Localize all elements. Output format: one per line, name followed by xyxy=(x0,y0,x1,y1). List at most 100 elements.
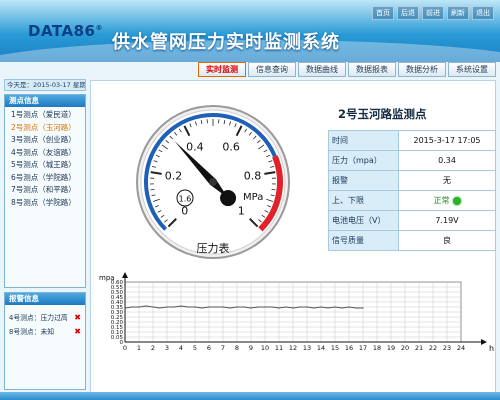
chart-y-axis-arrow xyxy=(122,272,128,278)
station-item[interactable]: 1号测点（爱民道） xyxy=(11,109,85,122)
chart-data-point xyxy=(145,305,147,307)
gauge-needle-counterweight xyxy=(220,190,237,207)
detail-value: 无 xyxy=(398,170,496,191)
chart-x-tick-label: 1 xyxy=(137,344,141,352)
station-panel-title: 测点信息 xyxy=(5,95,85,107)
chart-data-point xyxy=(173,306,175,308)
detail-value: 良 xyxy=(398,230,496,251)
chart-x-tick-label: 5 xyxy=(193,344,197,352)
detail-row: 信号质量 良 xyxy=(328,230,496,251)
chart-data-point xyxy=(166,306,168,308)
tab-3[interactable]: 数据报表 xyxy=(348,62,396,77)
alarm-item[interactable]: 4号测点：压力过高 ✖ xyxy=(5,311,85,325)
gauge-hub xyxy=(209,178,217,186)
alarm-panel: 报警信息 4号测点：压力过高 ✖ 8号测点：未知 ✖ xyxy=(4,292,86,390)
chart-y-axis-label: mpa xyxy=(99,274,115,282)
chart-data-point xyxy=(362,307,364,309)
chart-data-point xyxy=(355,307,357,309)
chart-data-point xyxy=(285,306,287,308)
footer-bar xyxy=(0,392,500,400)
system-title: 供水管网压力实时监测系统 xyxy=(112,32,340,53)
tab-5[interactable]: 系统设置 xyxy=(448,62,496,77)
station-item[interactable]: 8号测点（学院路） xyxy=(11,197,85,210)
chart-data-point xyxy=(187,306,189,308)
chart-x-tick-label: 13 xyxy=(303,344,311,352)
chart-x-tick-label: 6 xyxy=(207,344,211,352)
gauge-tick-label: 0.6 xyxy=(222,140,240,153)
logo-mark: ® xyxy=(95,24,103,32)
detail-row: 上、下限 正常 xyxy=(328,190,496,211)
detail-value: 0.34 xyxy=(398,150,496,171)
detail-key: 时间 xyxy=(328,130,399,151)
detail-key: 电池电压（V） xyxy=(328,210,399,231)
detail-row: 报警 无 xyxy=(328,170,496,191)
chart-x-tick-label: 3 xyxy=(165,344,169,352)
station-detail-title: 2号玉河路监测点 xyxy=(338,107,427,121)
chart-data-point xyxy=(299,306,301,308)
chart-x-tick-label: 15 xyxy=(331,344,339,352)
station-item[interactable]: 3号测点（创业路） xyxy=(11,134,85,147)
station-panel: 测点信息 1号测点（爱民道） 2号测点（玉河路） 3号测点（创业路） 4号测点（友谊路… xyxy=(4,94,86,288)
gauge-tick-label: 0.2 xyxy=(165,170,183,183)
tab-0[interactable]: 实时监测 xyxy=(198,62,246,77)
app-header: DATA86® 供水管网压力实时监测系统 首页 后退 前进 刷新 退出 xyxy=(0,0,500,62)
tab-4[interactable]: 数据分析 xyxy=(398,62,446,77)
top-link-1[interactable]: 后退 xyxy=(397,6,419,20)
chart-data-point xyxy=(159,307,161,309)
detail-key: 信号质量 xyxy=(328,230,399,251)
chart-data-point xyxy=(334,306,336,308)
top-link-2[interactable]: 前进 xyxy=(422,6,444,20)
alarm-item[interactable]: 8号测点：未知 ✖ xyxy=(5,325,85,339)
station-item[interactable]: 7号测点（和平路） xyxy=(11,184,85,197)
detail-row: 压力（mpa） 0.34 xyxy=(328,150,496,171)
detail-value-text: 2015-3-17 17:05 xyxy=(413,136,481,145)
chart-data-point xyxy=(250,307,252,309)
station-item[interactable]: 2号测点（玉河路） xyxy=(11,122,85,135)
alarm-list: 4号测点：压力过高 ✖ 8号测点：未知 ✖ xyxy=(5,305,85,339)
alarm-x-icon: ✖ xyxy=(74,327,81,336)
chart-data-point xyxy=(292,307,294,309)
top-link-0[interactable]: 首页 xyxy=(372,6,394,20)
alarm-panel-title: 报警信息 xyxy=(5,293,85,305)
chart-x-tick-label: 11 xyxy=(275,344,283,352)
chart-data-point xyxy=(327,307,329,309)
tab-2[interactable]: 数据曲线 xyxy=(298,62,346,77)
station-item[interactable]: 6号测点（学院路） xyxy=(11,172,85,185)
detail-value-text: 7.19V xyxy=(435,216,459,225)
detail-key: 报警 xyxy=(328,170,399,191)
detail-row: 电池电压（V） 7.19V xyxy=(328,210,496,231)
chart-data-point xyxy=(194,306,196,308)
main-nav: 实时监测 信息查询 数据曲线 数据报表 数据分析 系统设置 xyxy=(198,62,496,77)
chart-x-tick-label: 9 xyxy=(249,344,253,352)
chart-data-point xyxy=(180,305,182,307)
chart-x-tick-label: 2 xyxy=(151,344,155,352)
detail-row: 时间 2015-3-17 17:05 xyxy=(328,130,496,151)
detail-value-text: 正常 xyxy=(433,196,450,205)
chart-data-point xyxy=(243,306,245,308)
detail-value-text: 无 xyxy=(443,176,451,185)
chart-x-tick-label: 21 xyxy=(415,344,423,352)
detail-value-text: 0.34 xyxy=(438,156,456,165)
detail-key: 压力（mpa） xyxy=(328,150,399,171)
chart-data-point xyxy=(278,307,280,309)
station-item[interactable]: 5号测点（城王路） xyxy=(11,159,85,172)
chart-data-point xyxy=(215,306,217,308)
status-green-light-icon xyxy=(452,196,461,205)
chart-data-point xyxy=(201,307,203,309)
chart-x-tick-label: 16 xyxy=(345,344,353,352)
top-link-3[interactable]: 刷新 xyxy=(447,6,469,20)
tab-1[interactable]: 信息查询 xyxy=(248,62,296,77)
chart-x-tick-label: 23 xyxy=(443,344,451,352)
chart-data-point xyxy=(264,306,266,308)
chart-data-point xyxy=(341,307,343,309)
station-item[interactable]: 4号测点（友谊路） xyxy=(11,147,85,160)
chart-data-point xyxy=(271,306,273,308)
top-links: 首页 后退 前进 刷新 退出 xyxy=(372,6,494,20)
chart-x-tick-label: 18 xyxy=(373,344,381,352)
chart-x-tick-label: 12 xyxy=(289,344,297,352)
chart-data-point xyxy=(152,306,154,308)
detail-key: 上、下限 xyxy=(328,190,399,211)
chart-x-axis-arrow xyxy=(481,339,487,345)
station-detail-table: 时间 2015-3-17 17:05 压力（mpa） 0.34 报警 无上、下限 正常电池电… xyxy=(328,130,496,251)
top-link-4[interactable]: 退出 xyxy=(472,6,494,20)
